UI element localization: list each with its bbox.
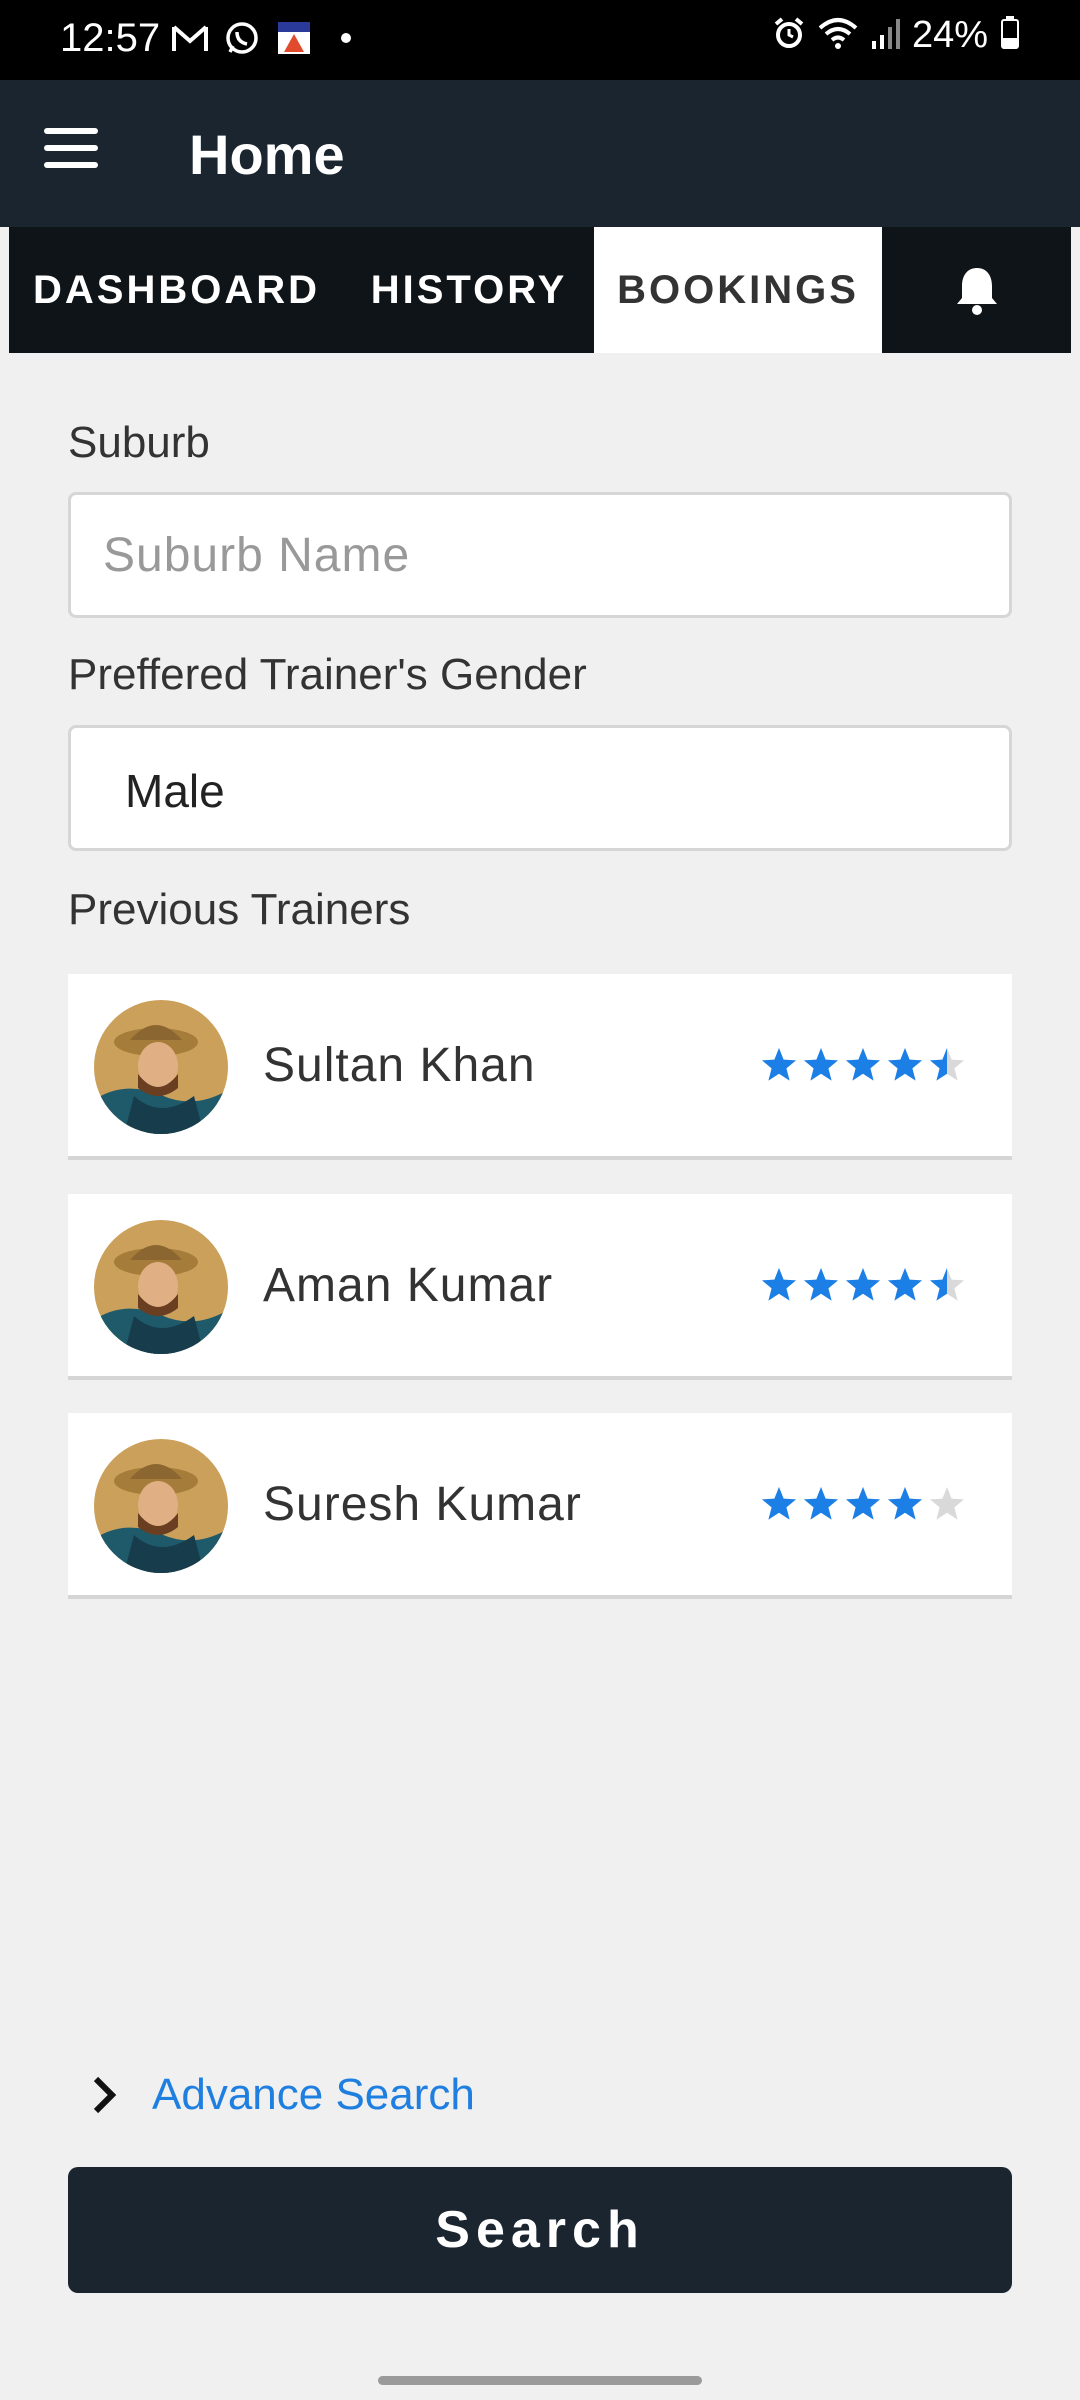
status-icons-left: [170, 18, 366, 58]
trainer-name: Sultan Khan: [263, 1039, 536, 1092]
tab-bookings[interactable]: BOOKINGS: [594, 227, 882, 353]
menu-icon[interactable]: [44, 128, 98, 178]
trainer-card[interactable]: Suresh Kumar: [68, 1413, 1012, 1599]
wifi-icon: [818, 16, 858, 55]
app-bar: Home: [0, 80, 1080, 227]
star-icon: [930, 1268, 964, 1301]
bell-icon: [956, 268, 997, 315]
chevron-right-icon: [93, 2076, 117, 2114]
trainer-card[interactable]: Sultan Khan: [68, 974, 1012, 1160]
tab-dashboard[interactable]: DASHBOARD: [9, 227, 344, 353]
avatar: [94, 1439, 228, 1573]
star-icon: [846, 1268, 880, 1301]
advance-search-link[interactable]: Advance Search: [90, 2070, 475, 2120]
rating-stars: [760, 1485, 966, 1523]
rating-stars: [760, 1266, 966, 1304]
status-bar: 12:57 24%: [0, 0, 1080, 80]
tab-history[interactable]: HISTORY: [344, 227, 594, 353]
suburb-label: Suburb: [68, 418, 210, 467]
trainer-name: Suresh Kumar: [263, 1478, 582, 1531]
whatsapp-icon: [222, 18, 262, 58]
gender-value: Male: [125, 765, 225, 817]
battery-percent: 24%: [911, 14, 988, 56]
trainer-name: Aman Kumar: [263, 1259, 554, 1312]
star-icon: [930, 1048, 964, 1081]
suburb-field[interactable]: [68, 492, 1012, 618]
star-icon: [888, 1048, 922, 1081]
battery-icon: [1000, 16, 1020, 55]
star-icon: [846, 1487, 880, 1520]
trainer-card[interactable]: Aman Kumar: [68, 1194, 1012, 1380]
gmail-icon: [170, 18, 210, 58]
star-icon: [804, 1268, 838, 1301]
app-icon: [274, 18, 314, 58]
advance-search-label: Advance Search: [152, 2070, 475, 2119]
gender-label: Preffered Trainer's Gender: [68, 650, 587, 699]
star-icon: [804, 1487, 838, 1520]
star-icon: [930, 1487, 964, 1520]
tab-bar: DASHBOARD HISTORY BOOKINGS: [9, 227, 1071, 353]
star-icon: [762, 1268, 796, 1301]
suburb-input[interactable]: [71, 495, 1009, 615]
star-icon: [762, 1048, 796, 1081]
previous-trainers-title: Previous Trainers: [68, 885, 411, 934]
status-icons-right: 24%: [772, 14, 1020, 57]
dot-icon: [326, 18, 366, 58]
avatar: [94, 1220, 228, 1354]
signal-icon: [870, 17, 900, 54]
gender-select[interactable]: Male: [68, 725, 1012, 851]
search-button[interactable]: Search: [68, 2167, 1012, 2293]
star-icon: [846, 1048, 880, 1081]
tab-notifications[interactable]: [882, 227, 1071, 353]
page-title: Home: [189, 123, 345, 186]
star-icon: [804, 1048, 838, 1081]
avatar: [94, 1000, 228, 1134]
star-icon: [888, 1487, 922, 1520]
rating-stars: [760, 1046, 966, 1084]
home-indicator[interactable]: [378, 2376, 702, 2385]
alarm-icon: [772, 16, 806, 55]
star-icon: [888, 1268, 922, 1301]
star-icon: [762, 1487, 796, 1520]
status-time: 12:57: [60, 16, 161, 60]
